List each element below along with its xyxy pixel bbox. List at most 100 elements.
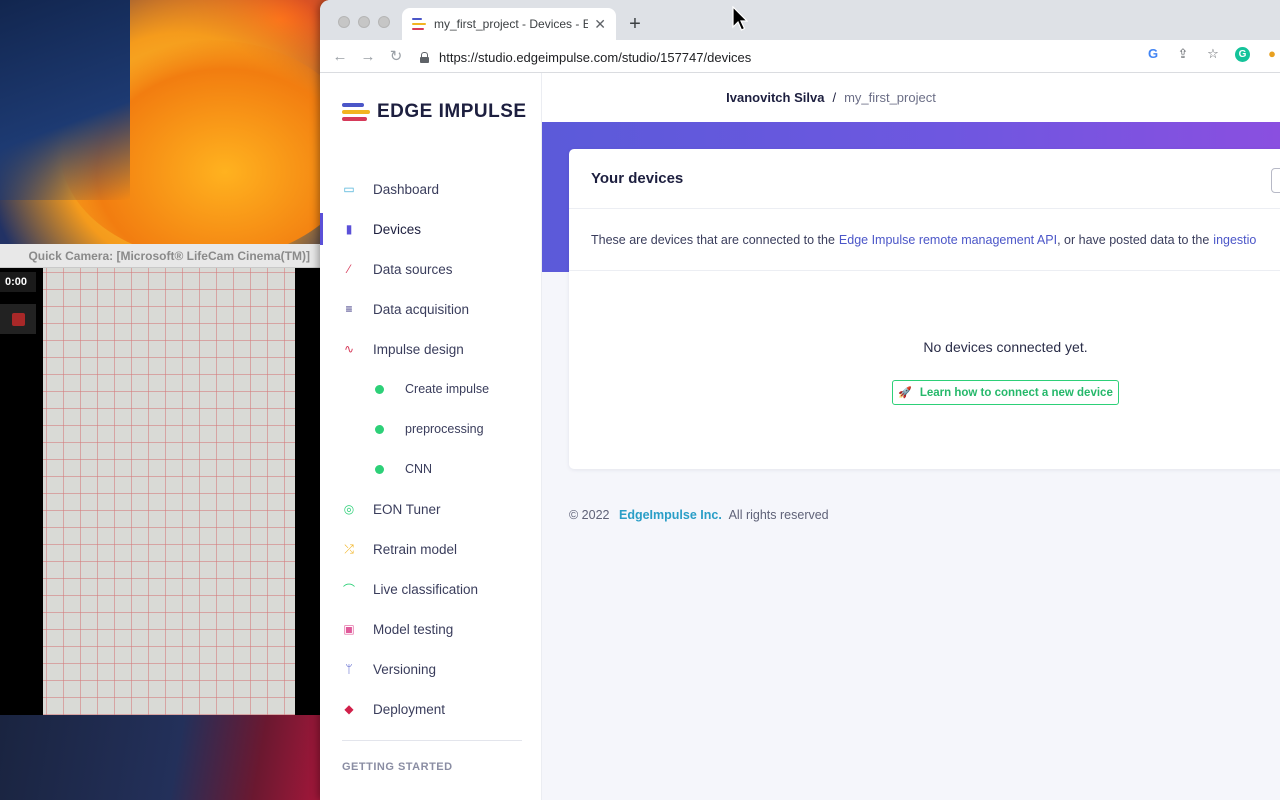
ingestion-link[interactable]: ingestio <box>1213 233 1256 247</box>
grammarly-icon[interactable]: G <box>1235 46 1250 62</box>
window-minimize-button[interactable] <box>358 16 370 28</box>
card-title: Your devices <box>591 170 684 187</box>
sidebar-item-eon-tuner[interactable]: ◎ EON Tuner <box>320 489 542 529</box>
sidebar-item-label: Model testing <box>373 621 454 637</box>
sidebar-item-devices[interactable]: ▮ Devices <box>320 209 542 249</box>
breadcrumb-user[interactable]: Ivanovitch Silva <box>726 90 824 105</box>
curve-icon: ⌒ <box>342 582 355 597</box>
sidebar-item-dashboard[interactable]: ▭ Dashboard <box>320 169 542 209</box>
edge-impulse-favicon-icon <box>412 18 426 30</box>
status-dot-icon <box>375 424 384 434</box>
devices-card: Your devices These are devices that are … <box>569 149 1280 469</box>
sidebar-item-label: Versioning <box>373 661 437 677</box>
sidebar-item-data-sources[interactable]: ⁄ Data sources <box>320 249 542 289</box>
sidebar: EDGE IMPULSE ▭ Dashboard ▮ Devices ⁄ Data sou… <box>320 73 542 800</box>
sidebar-item-label: Retrain model <box>373 541 458 557</box>
pulse-icon: ∿ <box>343 342 355 356</box>
clipboard-icon: ▣ <box>343 622 355 636</box>
status-dot-icon <box>375 464 384 474</box>
toolbar-actions: G ⇪ ☆ G ● <box>1145 46 1280 62</box>
sidebar-nav: ▭ Dashboard ▮ Devices ⁄ Data sources ≡ Data acq… <box>320 169 542 729</box>
learn-connect-device-button[interactable]: 🚀 Learn how to connect a new device <box>892 380 1119 405</box>
wallpaper-bottom <box>0 715 320 800</box>
reload-button[interactable]: ↻ <box>382 47 410 65</box>
sidebar-item-live-classification[interactable]: ⌒ Live classification <box>320 569 542 609</box>
record-icon <box>11 312 25 326</box>
sidebar-subitem-create-impulse[interactable]: Create impulse <box>320 369 542 409</box>
sidebar-item-label: Data sources <box>373 261 453 277</box>
database-icon: ≡ <box>345 302 353 316</box>
mouse-cursor-icon <box>732 6 748 31</box>
branch-icon: ᛘ <box>345 662 353 676</box>
quick-camera-title: Quick Camera: [Microsoft® LifeCam Cinema… <box>28 248 310 263</box>
devices-description: These are devices that are connected to … <box>569 209 1280 271</box>
edge-impulse-logo[interactable]: EDGE IMPULSE <box>342 101 527 123</box>
copyright-text: © 2022 <box>569 508 610 522</box>
shuffle-icon: ⤮ <box>344 541 354 556</box>
share-icon[interactable]: ⇪ <box>1175 46 1191 62</box>
new-tab-button[interactable]: + <box>625 12 645 36</box>
chip-icon: ▮ <box>345 222 353 236</box>
url-text[interactable]: https://studio.edgeimpulse.com/studio/15… <box>439 50 751 65</box>
bookmark-star-icon[interactable]: ☆ <box>1205 46 1221 62</box>
learn-button-label: Learn how to connect a new device <box>919 386 1113 399</box>
getting-started-heading[interactable]: GETTING STARTED <box>342 761 453 773</box>
window-close-button[interactable] <box>338 16 350 28</box>
sidebar-item-versioning[interactable]: ᛘ Versioning <box>320 649 542 689</box>
card-header: Your devices <box>569 149 1280 209</box>
tab-title: my_first_project - Devices - Ed <box>434 17 589 31</box>
quick-camera-titlebar[interactable]: Quick Camera: [Microsoft® LifeCam Cinema… <box>0 244 320 268</box>
sidebar-item-model-testing[interactable]: ▣ Model testing <box>320 609 542 649</box>
sidebar-item-retrain-model[interactable]: ⤮ Retrain model <box>320 529 542 569</box>
lock-icon[interactable] <box>420 51 429 63</box>
tab-strip: my_first_project - Devices - Ed ✕ + <box>320 0 1280 40</box>
card-action-button[interactable] <box>1271 168 1280 193</box>
browser-tab-active[interactable]: my_first_project - Devices - Ed ✕ <box>402 8 616 40</box>
address-bar[interactable]: https://studio.edgeimpulse.com/studio/15… <box>420 44 1140 70</box>
sidebar-item-label: EON Tuner <box>373 501 441 517</box>
sidebar-item-deployment[interactable]: ◆ Deployment <box>320 689 542 729</box>
wand-icon: ⁄ <box>347 262 350 276</box>
description-text-middle: , or have posted data to the <box>1057 232 1210 247</box>
google-icon[interactable]: G <box>1145 46 1161 62</box>
sidebar-subitem-label: Create impulse <box>405 382 490 396</box>
wallpaper-shade <box>0 0 130 200</box>
window-maximize-button[interactable] <box>378 16 390 28</box>
rocket-icon: 🚀 <box>898 387 912 399</box>
sidebar-item-label: Deployment <box>373 701 446 717</box>
sidebar-subitem-cnn[interactable]: CNN <box>320 449 542 489</box>
page-footer: © 2022 EdgeImpulse Inc. All rights reser… <box>569 508 829 522</box>
extension-icon[interactable]: ● <box>1264 46 1280 62</box>
remote-management-link[interactable]: Edge Impulse remote management API <box>839 233 1057 247</box>
top-bar: Ivanovitch Silva / my_first_project <box>542 73 1280 122</box>
sidebar-subitem-preprocessing[interactable]: preprocessing <box>320 409 542 449</box>
empty-state-message: No devices connected yet. <box>923 339 1088 355</box>
forward-button[interactable]: → <box>354 48 382 65</box>
company-link[interactable]: EdgeImpulse Inc. <box>619 508 722 522</box>
back-button[interactable]: ← <box>326 48 354 65</box>
breadcrumb-separator: / <box>832 90 837 105</box>
recording-timer: 0:00 <box>0 272 36 292</box>
breadcrumb-project[interactable]: my_first_project <box>844 90 936 105</box>
nav-divider <box>342 740 522 741</box>
compass-icon: ◎ <box>343 502 355 516</box>
sidebar-item-label: Devices <box>373 221 422 237</box>
sidebar-item-label: Impulse design <box>373 341 464 357</box>
sidebar-subitem-label: CNN <box>405 462 433 476</box>
sidebar-item-impulse-design[interactable]: ∿ Impulse design <box>320 329 542 369</box>
sidebar-item-label: Dashboard <box>373 181 440 197</box>
logo-text: EDGE IMPULSE <box>377 101 527 122</box>
record-button[interactable] <box>0 304 36 334</box>
sidebar-subitem-label: preprocessing <box>405 422 484 436</box>
sidebar-item-label: Data acquisition <box>373 301 470 317</box>
edge-impulse-page: EDGE IMPULSE ▭ Dashboard ▮ Devices ⁄ Data sou… <box>320 73 1280 800</box>
tab-close-icon[interactable]: ✕ <box>594 16 606 33</box>
status-dot-icon <box>375 384 384 394</box>
sidebar-item-data-acquisition[interactable]: ≡ Data acquisition <box>320 289 542 329</box>
browser-toolbar: ← → ↻ https://studio.edgeimpulse.com/stu… <box>320 40 1280 73</box>
logo-mark-icon <box>342 102 370 122</box>
box-icon: ◆ <box>344 702 354 716</box>
monitor-icon: ▭ <box>343 182 355 196</box>
rights-text: All rights reserved <box>728 508 829 522</box>
camera-feed <box>43 268 295 715</box>
